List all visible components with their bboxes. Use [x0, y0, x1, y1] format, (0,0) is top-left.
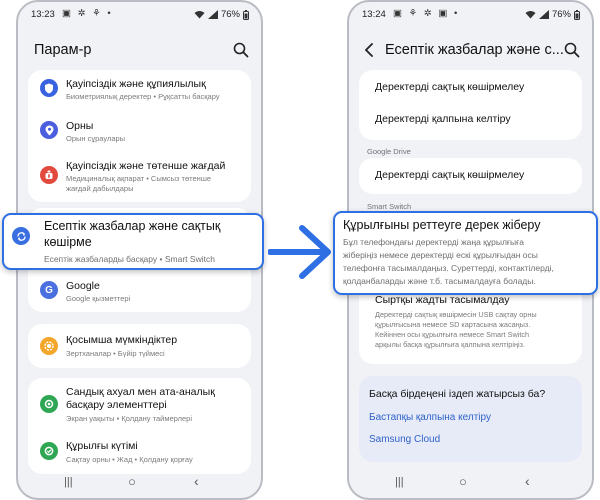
settings-card-privacy: Қауіпсіздік және құпиялылық Биометриялық…: [28, 70, 251, 202]
item-subtitle: Биометриялық деректер • Рұқсатты басқару: [66, 92, 220, 101]
smart-switch-header: Smart Switch: [367, 202, 412, 211]
back-arrow-icon[interactable]: [363, 43, 375, 57]
suggestion-title: Басқа бірдеңені іздеп жатырсыз ба?: [369, 388, 546, 400]
app-bar: Парам-р: [18, 36, 261, 64]
external-storage-desc: Деректерді сақтық көшірмесін USB сақтау …: [375, 310, 537, 319]
settings-item-device-care[interactable]: Құрылғы күтімі Сақтау орны • Жад • Қолда…: [28, 432, 251, 472]
notification-icons: ▣ ⚘ ✲ ▣ •: [393, 8, 460, 19]
callout-title: Есептік жазбалар және сақтық: [44, 219, 221, 233]
accessibility-icon: [40, 337, 58, 355]
battery-level: 76%: [220, 9, 240, 20]
status-right: 76%: [525, 9, 580, 20]
backup-data-item[interactable]: Деректерді сақтық көшірмелеу: [375, 81, 524, 93]
settings-item-advanced-features[interactable]: Қосымша мүмкіндіктер Зертханалар • Бүйір…: [28, 324, 251, 368]
signal-icon: [538, 10, 549, 19]
callout-desc-3: телефонға тасымалдаңыз. Суреттерді, конт…: [343, 263, 554, 273]
status-right: 76%: [194, 9, 249, 20]
item-title: Қауіпсіздік және құпиялылық: [66, 78, 206, 90]
settings-item-digital-wellbeing[interactable]: Сандық ахуал мен ата-аналық басқару элем…: [28, 378, 251, 430]
item-title: Google: [66, 280, 100, 292]
google-drive-header: Google Drive: [367, 147, 411, 156]
app-bar: Есептік жазбалар және с...: [349, 36, 592, 64]
callout-title: Құрылғыны реттеуге дерек жіберу: [343, 218, 541, 232]
google-drive-card: Деректерді сақтық көшірмелеу: [359, 158, 582, 194]
item-subtitle: Зертханалар • Бүйір түймесі: [66, 349, 165, 358]
settings-card-wellbeing: Сандық ахуал мен ата-аналық басқару элем…: [28, 378, 251, 474]
callout-desc: Бұл телефондағы деректерді жаңа құрылғығ…: [343, 237, 524, 247]
item-subtitle: Сақтау орны • Жад • Қолдану қорғау: [66, 455, 193, 464]
item-subtitle: Орын сұраулары: [66, 134, 126, 143]
recents-icon[interactable]: |||: [64, 476, 73, 488]
item-subtitle: Google қызметтері: [66, 294, 131, 303]
back-icon[interactable]: ‹: [194, 473, 199, 489]
external-storage-desc-3: Кейіннен осы құрылғыға немесе Smart Swit…: [375, 330, 530, 339]
page-title: Есептік жазбалар және с...: [385, 42, 564, 58]
battery-icon: [574, 9, 580, 20]
restore-data-item[interactable]: Деректерді қалпына келтіру: [375, 113, 511, 125]
callout-desc-4: қолданбаларды және т.б. тасымалдауға бол…: [343, 276, 536, 286]
arrow-icon: [268, 225, 331, 279]
status-bar: 13:24 ▣ ⚘ ✲ ▣ • 76%: [349, 6, 592, 22]
settings-item-security-privacy[interactable]: Қауіпсіздік және құпиялылық Биометриялық…: [28, 70, 251, 108]
notification-icons: ▣ ✲ ⚘ •: [62, 8, 113, 19]
search-icon[interactable]: [564, 42, 580, 58]
external-storage-desc-2: құрылғысына немесе SD картасына жасаңыз.: [375, 320, 531, 329]
accounts-backup-callout[interactable]: Есептік жазбалар және сақтық көшірме Есе…: [2, 213, 264, 270]
callout-title-continued: көшірме: [44, 235, 92, 249]
location-icon: [40, 121, 58, 139]
signal-icon: [207, 10, 218, 19]
item-title: Қосымша мүмкіндіктер: [66, 334, 178, 346]
status-time: 13:23: [31, 9, 55, 20]
navigation-bar: ||| ○ ‹: [18, 473, 261, 492]
item-subtitle: Медициналық ақпарат • Сымсыз төтенше: [66, 174, 212, 183]
backup-card: Деректерді сақтық көшірмелеу Деректерді …: [359, 70, 582, 140]
item-subtitle-continued: жағдай дабылдары: [66, 184, 134, 193]
suggestion-card: Басқа бірдеңені іздеп жатырсыз ба? Баста…: [359, 376, 582, 462]
google-drive-backup-item[interactable]: Деректерді сақтық көшірмелеу: [375, 169, 524, 181]
wellbeing-icon: [40, 395, 58, 413]
google-icon: G: [40, 281, 58, 299]
wifi-icon: [194, 11, 205, 19]
item-title: Орны: [66, 120, 94, 132]
shield-icon: [40, 79, 58, 97]
status-time: 13:24: [362, 9, 386, 20]
settings-item-safety-emergency[interactable]: Қауіпсіздік және төтенше жағдай Медицина…: [28, 154, 251, 200]
search-icon[interactable]: [233, 42, 249, 58]
home-icon[interactable]: ○: [128, 474, 136, 489]
back-icon[interactable]: ‹: [525, 473, 530, 489]
send-data-callout[interactable]: Құрылғыны реттеуге дерек жіберу Бұл теле…: [333, 211, 598, 295]
item-title: Сандық ахуал мен ата-аналық: [66, 386, 215, 398]
settings-item-location[interactable]: Орны Орын сұраулары: [28, 112, 251, 150]
home-icon[interactable]: ○: [459, 474, 467, 489]
battery-level: 76%: [551, 9, 571, 20]
reset-link[interactable]: Бастапқы қалпына келтіру: [369, 412, 491, 423]
settings-item-google[interactable]: G Google Google қызметтері: [28, 272, 251, 310]
samsung-cloud-link[interactable]: Samsung Cloud: [369, 434, 440, 445]
recents-icon[interactable]: |||: [395, 476, 404, 488]
battery-icon: [243, 9, 249, 20]
item-title: Қауіпсіздік және төтенше жағдай: [66, 160, 226, 172]
device-care-icon: [40, 442, 58, 460]
page-title: Парам-р: [34, 42, 92, 58]
item-title: Құрылғы күтімі: [66, 440, 138, 452]
navigation-bar: ||| ○ ‹: [349, 473, 592, 492]
sync-icon: [12, 227, 30, 245]
settings-card-advanced: Қосымша мүмкіндіктер Зертханалар • Бүйір…: [28, 324, 251, 368]
external-storage-desc-4: арқылы басқа құрылғыға қалпына келтіріңі…: [375, 340, 525, 349]
status-bar: 13:23 ▣ ✲ ⚘ • 76%: [18, 6, 261, 22]
wifi-icon: [525, 11, 536, 19]
callout-desc-2: жіберіңіз немесе деректерді ескі құрылғы…: [343, 250, 538, 260]
item-title-continued: басқару элементтері: [66, 399, 167, 411]
item-subtitle: Экран уақыты • Қолдану таймерлері: [66, 414, 192, 423]
alert-icon: [40, 166, 58, 184]
external-storage-title[interactable]: Сыртқы жадты тасымалдау: [375, 294, 509, 306]
callout-subtitle: Есептік жазбаларды басқару • Smart Switc…: [44, 254, 215, 264]
